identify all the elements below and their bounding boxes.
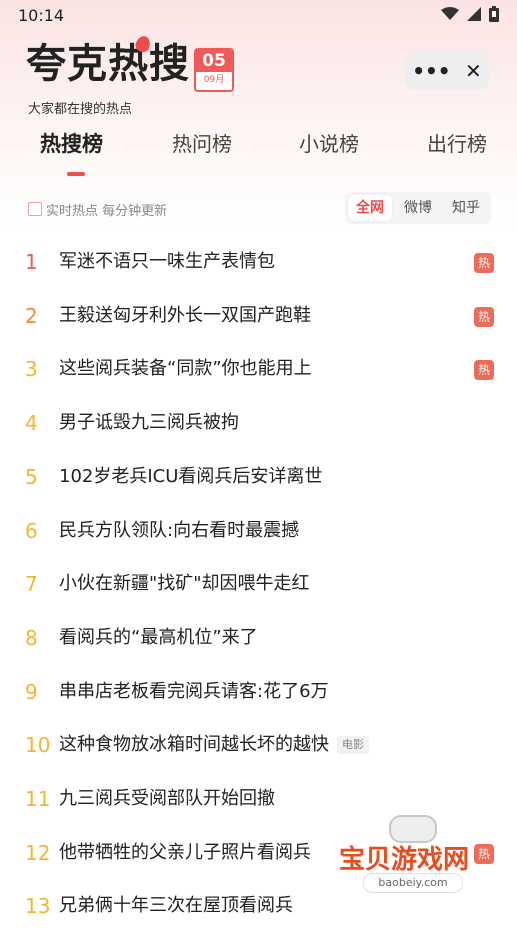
list-item-text: 小伙在新疆"找矿"却因喂牛走红 [59,573,310,595]
list-item-title: 王毅送匈牙利外长一双国产跑鞋 [59,289,311,343]
more-icon[interactable]: ••• [412,59,450,83]
battery-icon [489,6,499,22]
date-month: 09月 [196,72,232,90]
list-item-title: 看阅兵的“最高机位”来了 [59,611,258,665]
tagline: 大家都在搜的热点 [28,102,133,117]
segment-weibo[interactable]: 微博 [396,192,440,224]
rank-number: 5 [25,464,38,489]
category-tag: 电影 [337,736,369,755]
list-item-text: 民兵方队领队:向右看时最震撼 [59,519,300,541]
rank-number: 12 [25,840,51,865]
list-item-title: 小伙在新疆"找矿"却因喂牛走红 [59,557,310,611]
segment-all[interactable]: 全网 [348,195,392,221]
date-day: 05 [202,51,226,71]
tab-hot-search[interactable]: 热搜榜 [40,128,103,158]
list-item[interactable]: 5 102岁老兵ICU看阅兵后安详离世 [0,450,517,504]
list-item[interactable]: 8 看阅兵的“最高机位”来了 [0,611,517,665]
hot-badge: 热 [474,253,494,273]
list-item[interactable]: 2 王毅送匈牙利外长一双国产跑鞋 热 [0,289,517,343]
list-item-text: 九三阅兵受阅部队开始回撤 [59,788,275,809]
source-segment: 全网 微博 知乎 [345,192,491,224]
list-item-text: 这些阅兵装备“同款”你也能用上 [59,358,312,380]
rank-number: 4 [25,411,38,436]
wifi-icon [441,7,459,20]
list-item[interactable]: 1 军迷不语只一味生产表情包 热 [0,235,517,289]
rank-number: 7 [25,572,38,597]
list-item-title: 串串店老板看完阅兵请客:花了6万 [59,665,329,719]
list-item-text: 看阅兵的“最高机位”来了 [59,626,258,648]
list-item-text: 军迷不语只一味生产表情包 [59,251,275,272]
rank-number: 11 [25,787,51,811]
tab-novels[interactable]: 小说榜 [299,128,359,157]
close-icon[interactable]: ✕ [465,59,482,83]
status-time: 10:14 [18,6,65,25]
list-item-text: 102岁老兵ICU看阅兵后安详离世 [59,465,323,487]
realtime-label: 实时热点 每分钟更新 [46,204,168,219]
hot-badge: 热 [474,306,494,327]
status-icons [441,6,499,22]
tab-hot-questions[interactable]: 热问榜 [172,128,232,157]
list-item-title: 民兵方队领队:向右看时最震撼 [59,504,299,558]
miniapp-capsule: ••• ✕ [405,52,489,90]
rank-number: 2 [25,303,38,328]
list-item[interactable]: 6 民兵方队领队:向右看时最震撼 [0,504,517,558]
list-item-title: 102岁老兵ICU看阅兵后安详离世 [59,450,322,504]
list-item[interactable]: 3 这些阅兵装备“同款”你也能用上 热 [0,342,517,396]
active-tab-indicator [67,172,85,176]
rank-number: 6 [25,518,38,543]
list-item-title: 男子诋毁九三阅兵被拘 [59,396,239,450]
list-item[interactable]: 7 小伙在新疆"找矿"却因喂牛走红 [0,557,517,611]
rank-number: 8 [25,625,38,650]
list-item-title: 这些阅兵装备“同款”你也能用上 [59,342,312,396]
list-item[interactable]: 4 男子诋毁九三阅兵被拘 [0,396,517,450]
list-item-title: 这种食物放冰箱时间越长坏的越快 电影 [59,718,369,772]
signal-icon [467,7,481,21]
logo: 夸克热搜 05 09月 [26,34,234,92]
list-item-title: 九三阅兵受阅部队开始回撤 [59,772,275,826]
list-item[interactable]: 10 这种食物放冰箱时间越长坏的越快 电影 [0,718,517,772]
list-item-text: 兄弟俩十年三次在屋顶看阅兵 [59,895,293,917]
list-item-text: 男子诋毁九三阅兵被拘 [59,412,239,434]
segment-zhihu[interactable]: 知乎 [444,192,488,224]
ranking-tabs: 热搜榜 热问榜 小说榜 出行榜 [0,128,517,178]
rank-number: 13 [25,894,51,919]
checkbox-icon[interactable] [28,202,42,216]
date-badge: 05 09月 [194,48,234,92]
list-item-text: 他带牺牲的父亲儿子照片看阅兵 [59,841,311,863]
rank-number: 1 [25,250,38,274]
rank-number: 10 [25,733,51,758]
header: 夸克热搜 05 09月 大家都在搜的热点 ••• ✕ [0,34,517,120]
watermark-text: 宝贝游戏网 [339,845,470,875]
list-item-title: 兄弟俩十年三次在屋顶看阅兵 [59,879,293,933]
tab-travel[interactable]: 出行榜 [427,128,487,157]
list-item-text: 这种食物放冰箱时间越长坏的越快 [59,734,329,756]
list-item-title: 军迷不语只一味生产表情包 [59,235,275,289]
list-item-title: 他带牺牲的父亲儿子照片看阅兵 [59,826,311,880]
rank-number: 3 [25,357,38,382]
logo-text: 夸克热搜 [26,41,190,87]
list-item-text: 王毅送匈牙利外长一双国产跑鞋 [59,304,311,326]
status-bar: 10:14 [0,0,517,32]
rank-number: 9 [25,679,38,704]
list-item-text: 串串店老板看完阅兵请客:花了6万 [59,680,329,702]
hot-badge: 热 [474,360,494,381]
list-item[interactable]: 9 串串店老板看完阅兵请客:花了6万 [0,665,517,719]
watermark-url: baobeiy.com [363,873,463,893]
filter-row: 实时热点 每分钟更新 全网 微博 知乎 [0,192,517,226]
watermark: 宝贝游戏网 baobeiy.com [339,815,489,897]
